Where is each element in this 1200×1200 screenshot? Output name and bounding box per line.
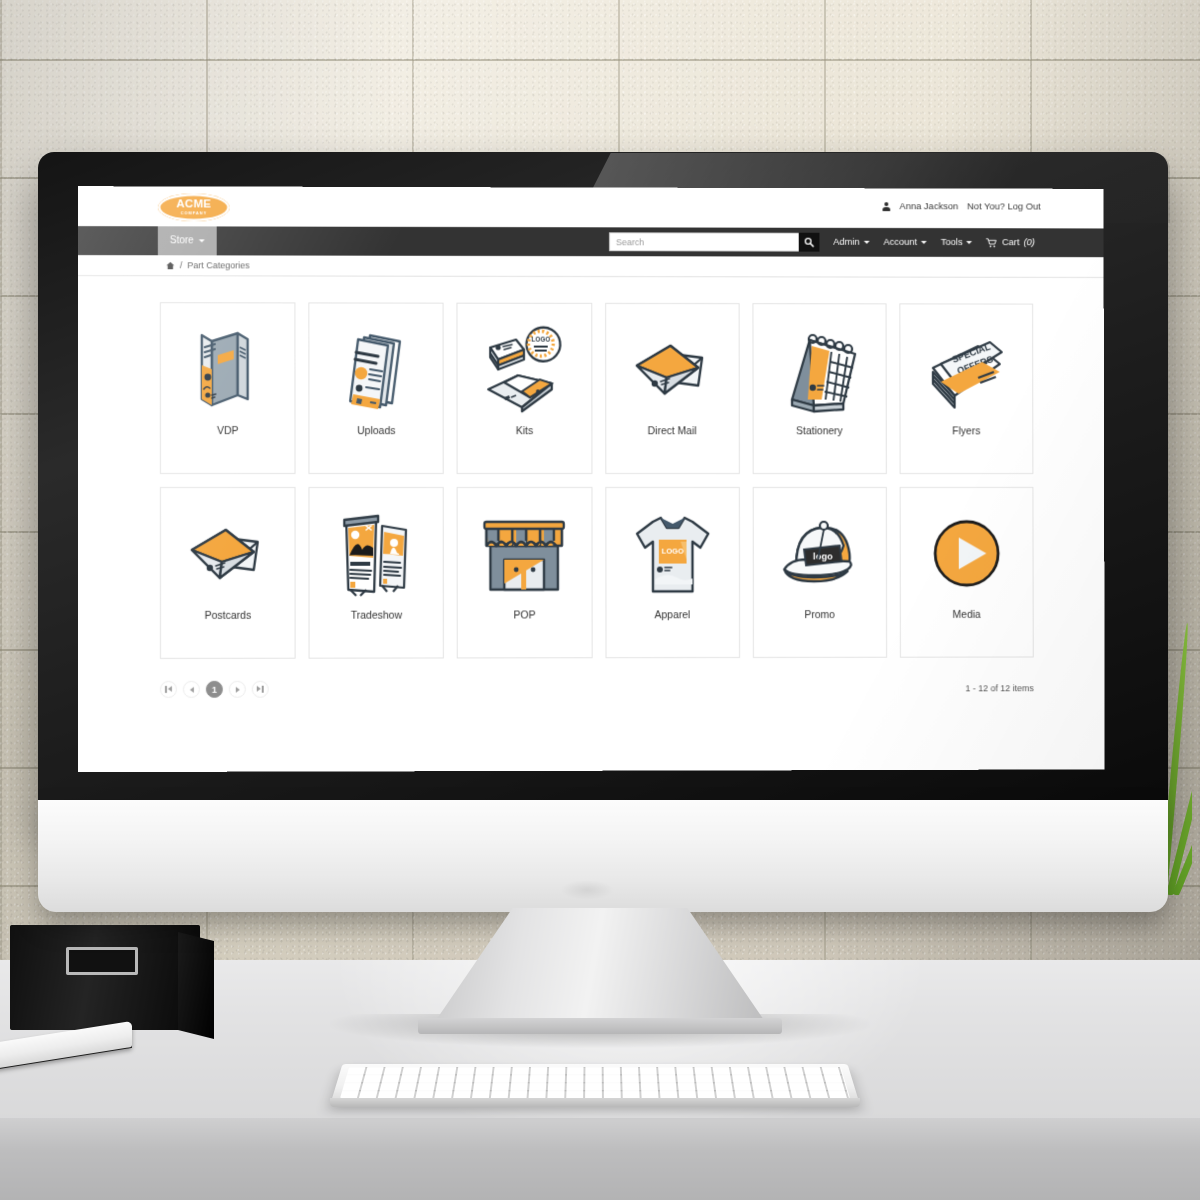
category-tile-direct-mail[interactable]: Direct Mail xyxy=(604,302,740,475)
storefront-awning-icon xyxy=(479,504,570,604)
search-button[interactable] xyxy=(798,232,820,252)
main-navbar: Store Admin xyxy=(77,226,1104,258)
user-bar: Anna Jackson Not You? Log Out xyxy=(883,201,1041,213)
chevron-down-icon xyxy=(966,241,973,245)
pagination-bar: 1 1 - 12 of 12 items xyxy=(78,657,1105,699)
desk-calendar-icon xyxy=(774,320,865,419)
keyboard-keys xyxy=(340,1067,850,1099)
web-page: ACME COMPANY Anna Jackson Not You? Log O… xyxy=(77,186,1105,773)
acme-logo[interactable]: ACME COMPANY xyxy=(157,193,230,222)
nav-item-admin[interactable]: Admin xyxy=(833,236,870,248)
category-tile-kits[interactable]: LOGO Kits xyxy=(456,302,592,475)
documents-stack-icon xyxy=(331,319,423,419)
search-icon xyxy=(804,237,815,248)
pagination-info: 1 - 12 of 12 items xyxy=(965,682,1034,693)
category-tile-vdp[interactable]: VDP xyxy=(159,302,296,475)
category-label: Tradeshow xyxy=(350,609,403,622)
category-grid-container: VDP Uploads LOGO Kits Direct Mail Statio… xyxy=(77,276,1105,660)
monitor-stand-foot xyxy=(418,1018,782,1034)
search-input[interactable] xyxy=(609,232,799,252)
navbar-left-spacer xyxy=(78,226,158,255)
envelopes-icon xyxy=(182,504,274,604)
monitor-brand-mark xyxy=(560,880,614,900)
home-icon[interactable] xyxy=(166,261,175,270)
previous-page-button[interactable] xyxy=(182,680,200,698)
chevron-down-icon xyxy=(921,240,928,244)
nav-item-tools[interactable]: Tools xyxy=(941,237,973,248)
nav-item-cart[interactable]: Cart (0) xyxy=(986,237,1035,248)
next-page-button[interactable] xyxy=(228,680,246,698)
user-name: Anna Jackson xyxy=(899,201,959,213)
nav-item-account[interactable]: Account xyxy=(883,236,928,248)
chevron-down-icon xyxy=(863,240,870,244)
category-grid: VDP Uploads LOGO Kits Direct Mail Statio… xyxy=(159,302,1034,659)
category-tile-apparel[interactable]: LOGO Apparel xyxy=(604,486,740,659)
logout-link[interactable]: Not You? Log Out xyxy=(967,201,1041,212)
category-label: Promo xyxy=(804,609,835,622)
logo-sub-text: COMPANY xyxy=(180,210,207,216)
nav-item-tools-label: Tools xyxy=(940,237,963,248)
category-tile-promo[interactable]: logo Promo xyxy=(752,486,887,658)
category-label: Direct Mail xyxy=(647,425,697,438)
nav-item-account-label: Account xyxy=(883,236,918,248)
site-header: ACME COMPANY Anna Jackson Not You? Log O… xyxy=(77,186,1104,229)
category-label: Stationery xyxy=(796,425,843,438)
category-label: POP xyxy=(513,609,536,622)
storage-box-side xyxy=(178,932,214,1039)
category-label: Apparel xyxy=(654,609,691,622)
category-label: Kits xyxy=(515,425,534,438)
category-label: Postcards xyxy=(204,609,252,622)
category-tile-flyers[interactable]: SPECIAL OFFERS Flyers xyxy=(899,303,1034,475)
storage-box xyxy=(10,925,200,1030)
last-page-button[interactable] xyxy=(251,680,269,698)
first-page-button[interactable] xyxy=(159,680,177,698)
category-label: Flyers xyxy=(952,425,981,438)
play-circle-icon xyxy=(921,504,1012,603)
navbar-right: Admin Account Tools xyxy=(609,227,1104,257)
brochure-icon xyxy=(182,319,274,419)
breadcrumb-current: Part Categories xyxy=(187,260,250,271)
page-number-button[interactable]: 1 xyxy=(205,680,223,698)
banner-stands-icon xyxy=(331,504,423,604)
flyer-stack-icon: SPECIAL OFFERS xyxy=(921,320,1012,419)
category-tile-media[interactable]: Media xyxy=(899,486,1034,658)
pagination-controls: 1 xyxy=(159,680,269,698)
category-label: VDP xyxy=(217,425,239,438)
monitor-screen: ACME COMPANY Anna Jackson Not You? Log O… xyxy=(77,186,1105,773)
cap-logo-text: logo xyxy=(813,551,833,562)
user-icon xyxy=(883,202,891,211)
category-label: Media xyxy=(952,608,981,621)
envelopes-icon xyxy=(627,320,718,420)
tshirt-icon: LOGO xyxy=(627,504,718,604)
category-tile-pop[interactable]: POP xyxy=(456,486,593,659)
logo-main-text: ACME xyxy=(176,198,212,211)
desk-front-edge xyxy=(0,1118,1200,1200)
search-box xyxy=(609,232,820,252)
category-tile-uploads[interactable]: Uploads xyxy=(308,302,445,475)
chevron-down-icon xyxy=(198,239,205,243)
keyboard-edge xyxy=(330,1098,860,1107)
kit-pack-icon: LOGO xyxy=(479,320,570,420)
nav-item-admin-label: Admin xyxy=(833,236,860,248)
photo-scene: ACME COMPANY Anna Jackson Not You? Log O… xyxy=(0,0,1200,1200)
category-tile-stationery[interactable]: Stationery xyxy=(752,303,887,475)
category-tile-postcards[interactable]: Postcards xyxy=(159,486,296,659)
cart-count: (0) xyxy=(1023,237,1035,249)
cart-icon xyxy=(986,238,998,247)
nav-store-label: Store xyxy=(169,235,194,247)
breadcrumb: / Part Categories xyxy=(77,255,1104,278)
storage-box-label-holder xyxy=(66,947,138,975)
shirt-logo-text: LOGO xyxy=(661,547,683,556)
cap-icon: logo xyxy=(774,504,865,603)
nav-store-menu[interactable]: Store xyxy=(157,226,217,256)
category-tile-tradeshow[interactable]: Tradeshow xyxy=(308,486,445,659)
breadcrumb-separator: / xyxy=(179,260,183,271)
cart-label: Cart xyxy=(1001,237,1020,249)
svg-text:LOGO: LOGO xyxy=(532,337,551,344)
category-label: Uploads xyxy=(357,425,396,438)
